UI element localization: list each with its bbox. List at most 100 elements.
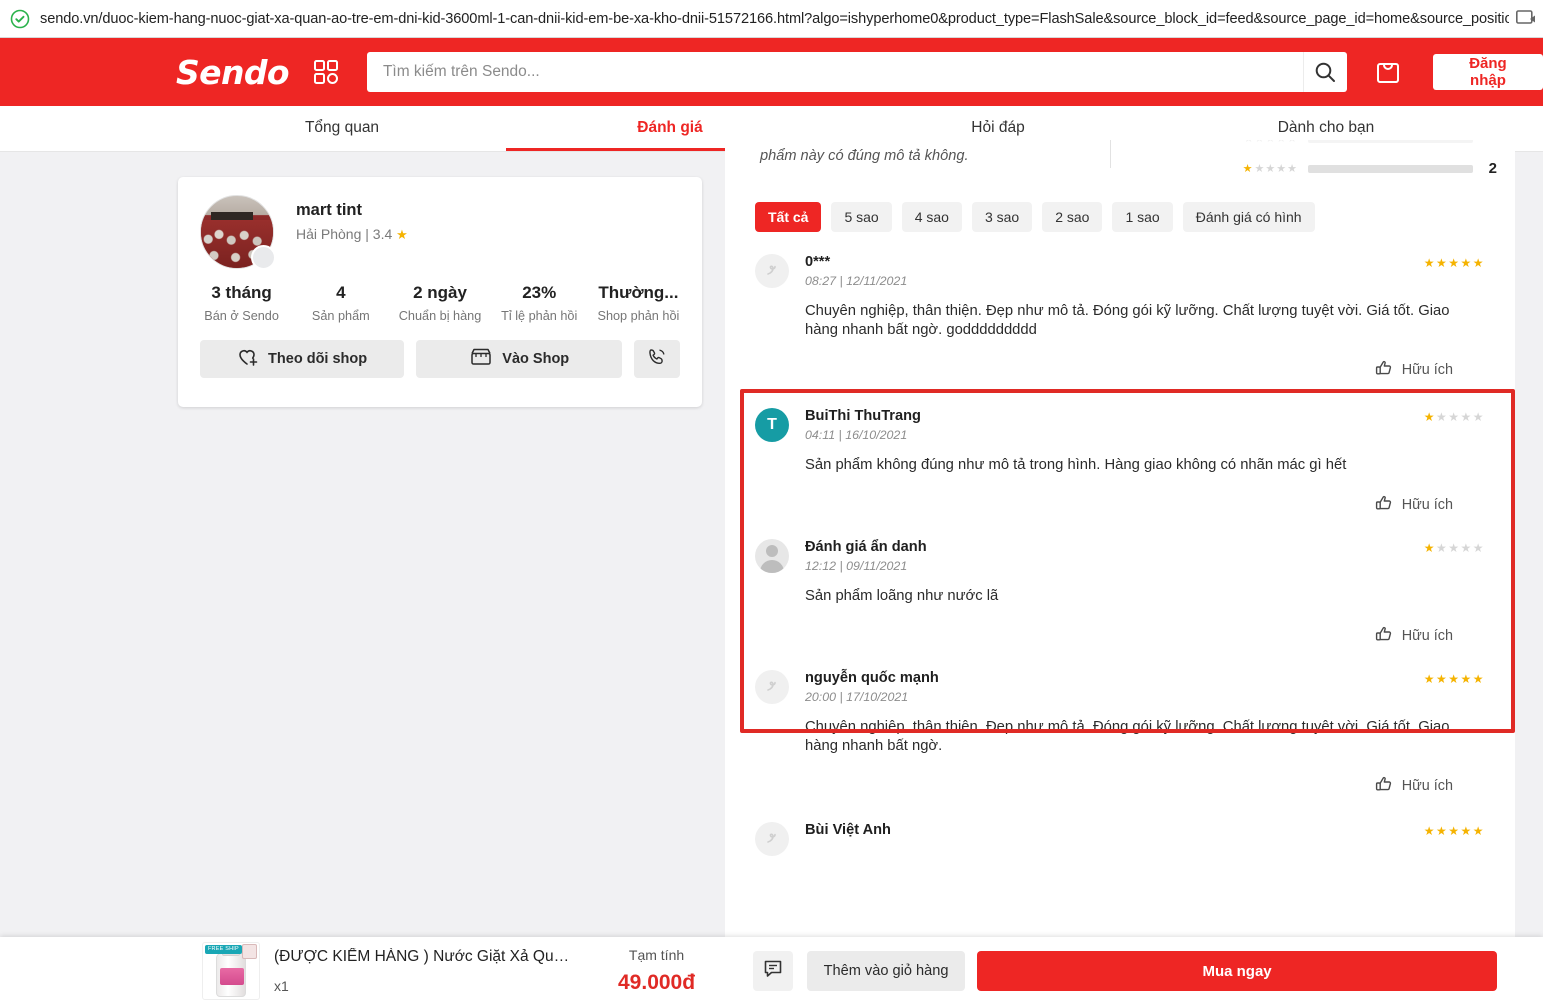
review-date: 04:11 | 16/10/2021 <box>805 428 1424 442</box>
stat-label: Bán ở Sendo <box>192 309 291 323</box>
url-text[interactable]: sendo.vn/duoc-kiem-hang-nuoc-giat-xa-qua… <box>40 11 1509 27</box>
helpful-label: Hữu ích <box>1402 362 1453 378</box>
review-text: Sản phẩm loãng như nước lã <box>805 587 1450 606</box>
avatar <box>755 539 789 573</box>
review-header: Bùi Việt Anh ★★★★★ <box>755 822 1485 856</box>
shop-stat-response-speed: Thường... Shop phản hồi <box>589 283 688 323</box>
product-info: (ĐƯỢC KIỂM HÀNG ) Nước Giặt Xả Quầ... x1 <box>274 948 574 994</box>
follow-shop-label: Theo dõi shop <box>268 351 367 367</box>
filter-chip-with-photo[interactable]: Đánh giá có hình <box>1183 202 1315 232</box>
review-rating-stars: ★★★★★ <box>1424 670 1485 686</box>
shop-location-rating: Hải Phòng | 3.4 ★ <box>296 226 408 243</box>
stat-value: 2 ngày <box>390 283 489 303</box>
thumbs-up-icon <box>1374 358 1394 382</box>
tab-tong-quan[interactable]: Tổng quan <box>178 106 506 151</box>
helpful-label: Hữu ích <box>1402 628 1453 644</box>
stat-label: Tỉ lệ phản hồi <box>490 309 589 323</box>
browser-address-bar[interactable]: sendo.vn/duoc-kiem-hang-nuoc-giat-xa-qua… <box>0 0 1543 38</box>
thumbs-up-icon <box>1374 774 1394 798</box>
filter-chip-5-star[interactable]: 5 sao <box>831 202 891 232</box>
review-identity: Đánh giá ẩn danh 12:12 | 09/11/2021 <box>805 539 1424 573</box>
review-item: T BuiThi ThuTrang 04:11 | 16/10/2021 ★★★… <box>725 382 1515 517</box>
helpful-label: Hữu ích <box>1402 778 1453 794</box>
shop-name[interactable]: mart tint <box>296 201 408 220</box>
shop-location-text: Hải Phòng | 3.4 <box>296 226 392 242</box>
cast-icon[interactable] <box>1509 10 1543 27</box>
site-header: Sendo Đăng nhập <box>0 38 1543 106</box>
review-date: 08:27 | 12/11/2021 <box>805 274 1424 288</box>
shop-avatar-badge <box>251 245 276 270</box>
chat-button[interactable] <box>753 951 793 991</box>
product-thumbnail[interactable]: FREE SHIP <box>202 942 260 1000</box>
filter-chip-2-star[interactable]: 2 sao <box>1042 202 1102 232</box>
visit-shop-label: Vào Shop <box>502 351 569 367</box>
review-filter-chips: Tất cả 5 sao 4 sao 3 sao 2 sao 1 sao Đán… <box>725 186 1515 232</box>
shop-avatar[interactable] <box>200 195 274 269</box>
shop-meta: mart tint Hải Phòng | 3.4 ★ <box>296 195 408 269</box>
shop-stat-response-rate: 23% Tỉ lệ phản hồi <box>490 283 589 323</box>
lock-icon <box>10 9 30 29</box>
phone-icon <box>646 346 668 372</box>
shop-actions: Theo dõi shop Vào Shop <box>178 323 702 378</box>
storefront-icon <box>469 347 493 371</box>
shop-card: mart tint Hải Phòng | 3.4 ★ 3 tháng Bán … <box>178 177 702 407</box>
rating-bar-track <box>1308 165 1473 173</box>
add-to-cart-button[interactable]: Thêm vào giỏ hàng <box>807 951 965 991</box>
stat-label: Sản phẩm <box>291 309 390 323</box>
search-input[interactable] <box>367 52 1303 92</box>
stat-value: 3 tháng <box>192 283 291 303</box>
login-button[interactable]: Đăng nhập <box>1433 54 1543 90</box>
filter-chip-all[interactable]: Tất cả <box>755 202 821 232</box>
reviewer-name: nguyễn quốc mạnh <box>805 670 1424 686</box>
review-rating-stars: ★★★★★ <box>1424 822 1485 838</box>
search-bar <box>367 52 1347 92</box>
shopping-bag-icon[interactable] <box>1373 57 1403 87</box>
review-identity: 0*** 08:27 | 12/11/2021 <box>805 254 1424 288</box>
filter-chip-3-star[interactable]: 3 sao <box>972 202 1032 232</box>
avatar: T <box>755 408 789 442</box>
helpful-button[interactable]: Hữu ích <box>755 774 1485 798</box>
product-quantity: x1 <box>274 978 574 994</box>
search-button[interactable] <box>1303 52 1347 92</box>
review-text: Sản phẩm không đúng như mô tả trong hình… <box>805 456 1450 475</box>
sendo-logo[interactable]: Sendo <box>176 53 289 92</box>
rating-bar-stars: ★★★★★ <box>1243 162 1298 175</box>
review-header: 0*** 08:27 | 12/11/2021 ★★★★★ <box>755 254 1485 288</box>
product-title: (ĐƯỢC KIỂM HÀNG ) Nước Giặt Xả Quầ... <box>274 948 574 966</box>
summary-divider <box>1110 140 1111 168</box>
stat-value: 23% <box>490 283 589 303</box>
filter-chip-1-star[interactable]: 1 sao <box>1112 202 1172 232</box>
review-rating-stars: ★★★★★ <box>1424 408 1485 424</box>
review-text: Chuyên nghiệp, thân thiện. Đẹp như mô tả… <box>805 302 1450 340</box>
rating-bar-stars: ★★★★★ <box>1244 140 1298 145</box>
filter-chip-4-star[interactable]: 4 sao <box>902 202 962 232</box>
rating-summary: phẩm này có đúng mô tả không. ★★★★★ ★★★★… <box>725 140 1515 186</box>
reviewer-name: 0*** <box>805 254 1424 270</box>
category-grid-icon[interactable] <box>313 59 339 85</box>
review-identity: BuiThi ThuTrang 04:11 | 16/10/2021 <box>805 408 1424 442</box>
review-panel: phẩm này có đúng mô tả không. ★★★★★ ★★★★… <box>725 140 1515 938</box>
review-date: 20:00 | 17/10/2021 <box>805 690 1424 704</box>
subtotal-block: Tạm tính 49.000đ <box>618 947 695 995</box>
follow-shop-button[interactable]: Theo dõi shop <box>200 340 404 378</box>
call-shop-button[interactable] <box>634 340 680 378</box>
buy-now-button[interactable]: Mua ngay <box>977 951 1497 991</box>
stat-value: 4 <box>291 283 390 303</box>
helpful-button[interactable]: Hữu ích <box>755 358 1485 382</box>
review-item: Đánh giá ẩn danh 12:12 | 09/11/2021 ★★★★… <box>725 517 1515 648</box>
stat-value: Thường... <box>589 283 688 303</box>
avatar <box>755 670 789 704</box>
page-root: sendo.vn/duoc-kiem-hang-nuoc-giat-xa-qua… <box>0 0 1543 1005</box>
reviewer-name: BuiThi ThuTrang <box>805 408 1424 424</box>
review-identity: Bùi Việt Anh <box>805 822 1424 838</box>
rating-bar-row-1star[interactable]: ★★★★★ 2 <box>1243 160 1497 177</box>
thumbs-up-icon <box>1374 624 1394 648</box>
shop-stat-prep-time: 2 ngày Chuẩn bị hàng <box>390 283 489 323</box>
review-header: nguyễn quốc mạnh 20:00 | 17/10/2021 ★★★★… <box>755 670 1485 704</box>
stat-label: Chuẩn bị hàng <box>390 309 489 323</box>
helpful-button[interactable]: Hữu ích <box>755 624 1485 648</box>
helpful-button[interactable]: Hữu ích <box>755 493 1485 517</box>
visit-shop-button[interactable]: Vào Shop <box>416 340 622 378</box>
review-item: 0*** 08:27 | 12/11/2021 ★★★★★ Chuyên ngh… <box>725 232 1515 382</box>
shop-stat-products: 4 Sản phẩm <box>291 283 390 323</box>
